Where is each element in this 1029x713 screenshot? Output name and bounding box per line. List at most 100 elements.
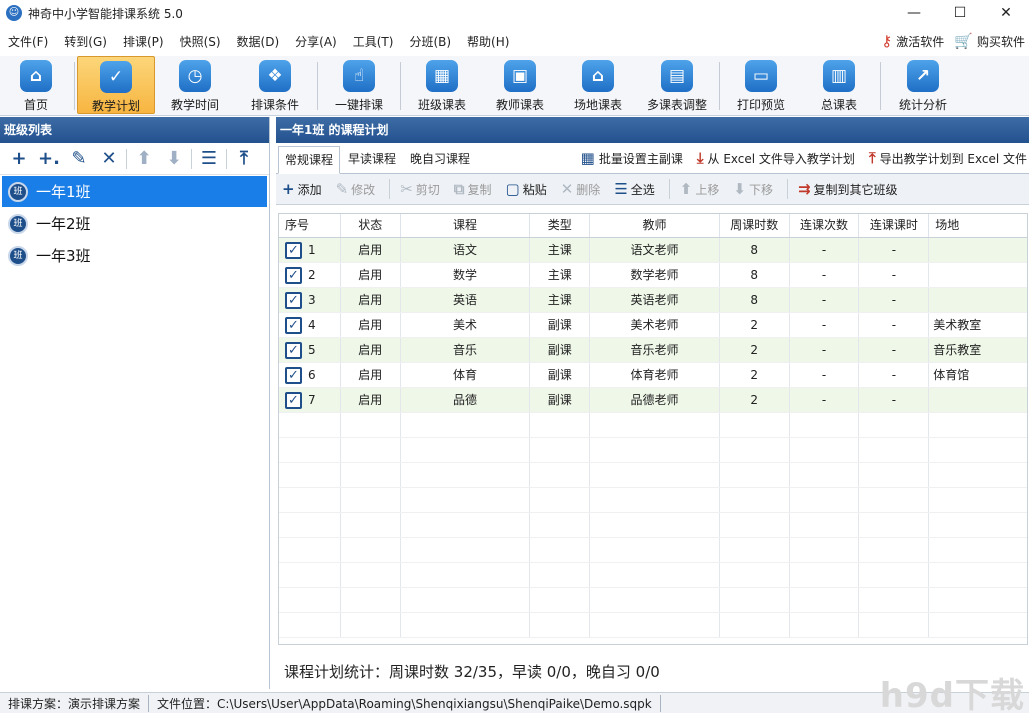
col-teacher[interactable]: 教师 <box>590 214 720 237</box>
toolbar-teacher-table-button[interactable]: ▣ 教师课表 <box>481 56 559 114</box>
toolbar-statistics-button[interactable]: ↗ 统计分析 <box>883 56 963 114</box>
cut-button[interactable]: ✂ 剪切 <box>400 180 440 198</box>
col-course[interactable]: 课程 <box>401 214 531 237</box>
cell-status[interactable]: 启用 <box>341 338 401 362</box>
cell-weekly-hours[interactable]: 8 <box>720 238 790 262</box>
col-status[interactable]: 状态 <box>341 214 401 237</box>
move-down-button[interactable]: ⬇ 下移 <box>733 180 773 198</box>
menu-tools[interactable]: 工具(T) <box>345 33 402 50</box>
cell-teacher[interactable]: 美术老师 <box>590 313 720 337</box>
cell-venue[interactable] <box>929 263 1027 287</box>
minimize-button[interactable]: — <box>891 0 937 26</box>
row-checkbox[interactable]: ✓ <box>285 292 302 309</box>
maximize-button[interactable]: ☐ <box>937 0 983 26</box>
toolbar-class-table-button[interactable]: ▦ 班级课表 <box>403 56 481 114</box>
cell-index[interactable]: ✓ 2 <box>279 263 341 287</box>
tab-evening-study[interactable]: 晚自习课程 <box>404 146 476 173</box>
toolbar-teaching-plan-button[interactable]: ✓ 教学计划 <box>77 56 155 114</box>
menu-snapshot[interactable]: 快照(S) <box>172 33 229 50</box>
toolbar-print-preview-button[interactable]: ▭ 打印预览 <box>722 56 800 114</box>
cell-teacher[interactable]: 数学老师 <box>590 263 720 287</box>
tab-regular-courses[interactable]: 常规课程 <box>278 146 341 174</box>
cell-course[interactable]: 体育 <box>401 363 531 387</box>
cell-status[interactable]: 启用 <box>341 263 401 287</box>
col-consecutive-hours[interactable]: 连课课时 <box>859 214 930 237</box>
toolbar-auto-schedule-button[interactable]: ☝ 一键排课 <box>320 56 398 114</box>
cell-weekly-hours[interactable]: 8 <box>720 288 790 312</box>
cell-status[interactable]: 启用 <box>341 388 401 412</box>
cell-type[interactable]: 副课 <box>530 313 591 337</box>
class-item[interactable]: 班一年1班 <box>2 176 267 207</box>
cell-venue[interactable] <box>929 388 1027 412</box>
move-top-arrow-icon[interactable]: ⤒ <box>229 145 259 173</box>
cell-consecutive-times[interactable]: - <box>790 388 860 412</box>
close-button[interactable]: ✕ <box>983 0 1029 26</box>
toolbar-multi-adjust-button[interactable]: ▤ 多课表调整 <box>637 56 717 114</box>
cell-type[interactable]: 副课 <box>530 363 591 387</box>
cell-consecutive-times[interactable]: - <box>790 363 860 387</box>
row-checkbox[interactable]: ✓ <box>285 317 302 334</box>
select-all-button[interactable]: ☰ 全选 <box>614 180 654 198</box>
cell-course[interactable]: 品德 <box>401 388 531 412</box>
cell-consecutive-hours[interactable]: - <box>859 363 930 387</box>
add-button[interactable]: + 添加 <box>282 180 322 198</box>
select-all-icon[interactable]: ☰ <box>194 145 224 173</box>
cell-teacher[interactable]: 音乐老师 <box>590 338 720 362</box>
cell-course[interactable]: 语文 <box>401 238 531 262</box>
cell-course[interactable]: 音乐 <box>401 338 531 362</box>
menu-data[interactable]: 数据(D) <box>229 33 288 50</box>
table-row[interactable]: ✓ 6 启用 体育 副课 体育老师 2- - 体育馆 <box>279 363 1027 388</box>
cell-index[interactable]: ✓ 1 <box>279 238 341 262</box>
toolbar-teaching-time-button[interactable]: ◷ 教学时间 <box>155 56 235 114</box>
delete-x-icon[interactable]: ✕ <box>94 145 124 173</box>
add-class-icon[interactable]: + <box>4 145 34 173</box>
move-down-arrow-icon[interactable]: ⬇ <box>159 145 189 173</box>
cell-weekly-hours[interactable]: 2 <box>720 338 790 362</box>
cell-type[interactable]: 主课 <box>530 238 591 262</box>
row-checkbox[interactable]: ✓ <box>285 242 302 259</box>
copy-to-other-classes-button[interactable]: ⇉ 复制到其它班级 <box>798 180 898 198</box>
cell-consecutive-hours[interactable]: - <box>859 313 930 337</box>
cell-consecutive-hours[interactable]: - <box>859 238 930 262</box>
cell-weekly-hours[interactable]: 2 <box>720 363 790 387</box>
batch-set-main-minor-button[interactable]: ▦ 批量设置主副课 <box>581 149 683 167</box>
cell-weekly-hours[interactable]: 8 <box>720 263 790 287</box>
row-checkbox[interactable]: ✓ <box>285 342 302 359</box>
menu-class-split[interactable]: 分班(B) <box>401 33 459 50</box>
buy-software-link[interactable]: 🛒 购买软件 <box>954 33 1025 50</box>
edit-button[interactable]: ✎ 修改 <box>336 180 376 198</box>
toolbar-master-table-button[interactable]: ▥ 总课表 <box>800 56 878 114</box>
cell-teacher[interactable]: 体育老师 <box>590 363 720 387</box>
table-row[interactable]: ✓ 2 启用 数学 主课 数学老师 8- - <box>279 263 1027 288</box>
cell-index[interactable]: ✓ 3 <box>279 288 341 312</box>
menu-schedule[interactable]: 排课(P) <box>115 33 172 50</box>
cell-venue[interactable]: 体育馆 <box>929 363 1027 387</box>
cell-status[interactable]: 启用 <box>341 288 401 312</box>
row-checkbox[interactable]: ✓ <box>285 392 302 409</box>
col-venue[interactable]: 场地 <box>929 214 1027 237</box>
table-row[interactable]: ✓ 4 启用 美术 副课 美术老师 2- - 美术教室 <box>279 313 1027 338</box>
add-multiple-classes-icon[interactable]: +. <box>34 145 64 173</box>
table-row[interactable]: ✓ 3 启用 英语 主课 英语老师 8- - <box>279 288 1027 313</box>
cell-course[interactable]: 数学 <box>401 263 531 287</box>
cell-weekly-hours[interactable]: 2 <box>720 313 790 337</box>
col-weekly-hours[interactable]: 周课时数 <box>720 214 790 237</box>
menu-file[interactable]: 文件(F) <box>0 33 56 50</box>
col-index[interactable]: 序号 <box>279 214 341 237</box>
cell-venue[interactable] <box>929 288 1027 312</box>
cell-course[interactable]: 美术 <box>401 313 531 337</box>
activate-software-link[interactable]: ⚷ 激活软件 <box>881 33 944 50</box>
toolbar-home-button[interactable]: ⌂ 首页 <box>0 56 72 114</box>
import-excel-button[interactable]: ⤓ 从 Excel 文件导入教学计划 <box>697 149 855 167</box>
cell-venue[interactable]: 音乐教室 <box>929 338 1027 362</box>
cell-index[interactable]: ✓ 7 <box>279 388 341 412</box>
cell-type[interactable]: 主课 <box>530 263 591 287</box>
row-checkbox[interactable]: ✓ <box>285 267 302 284</box>
menu-help[interactable]: 帮助(H) <box>459 33 517 50</box>
cell-teacher[interactable]: 英语老师 <box>590 288 720 312</box>
menu-share[interactable]: 分享(A) <box>287 33 345 50</box>
table-row[interactable]: ✓ 5 启用 音乐 副课 音乐老师 2- - 音乐教室 <box>279 338 1027 363</box>
col-type[interactable]: 类型 <box>530 214 591 237</box>
cell-type[interactable]: 副课 <box>530 388 591 412</box>
cell-consecutive-hours[interactable]: - <box>859 338 930 362</box>
